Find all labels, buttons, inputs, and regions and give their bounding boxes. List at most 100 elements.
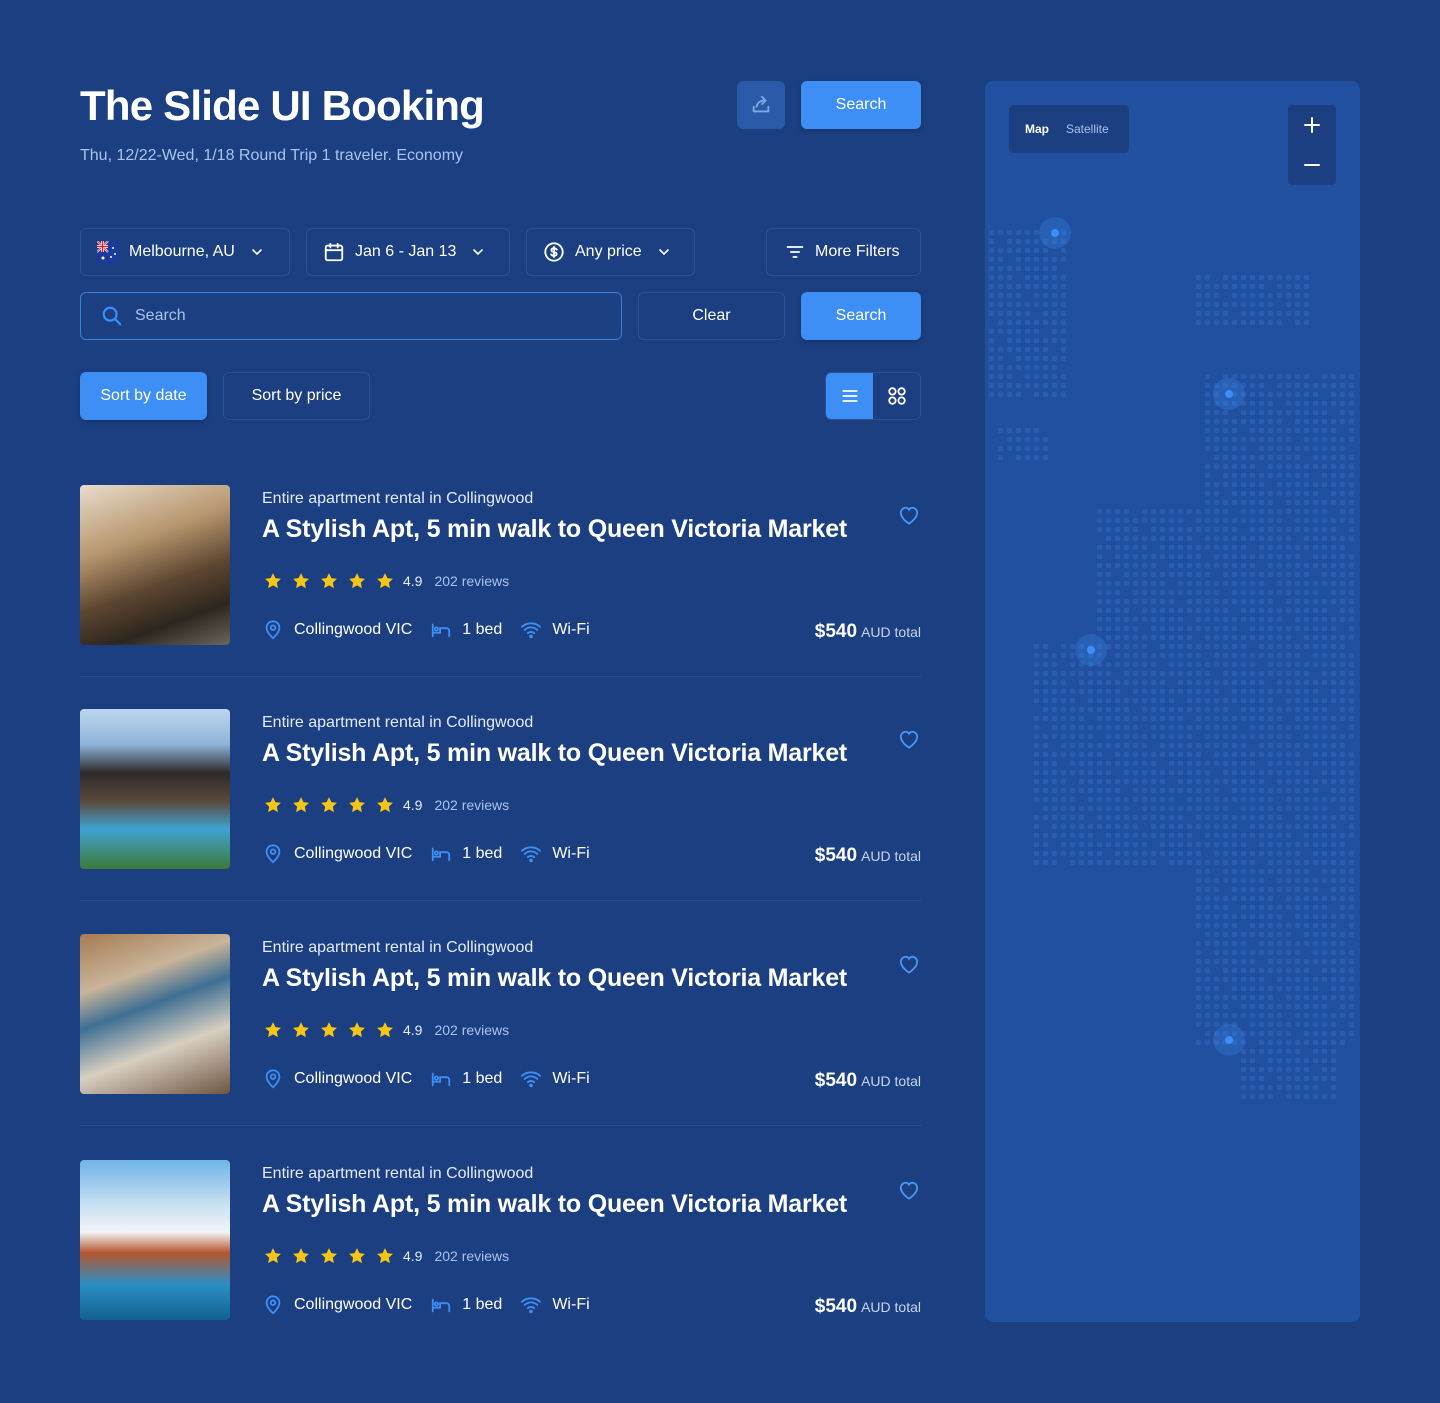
heart-icon[interactable] [898,729,920,749]
share-button[interactable] [737,81,785,129]
map-dot [1178,536,1183,541]
listing-title[interactable]: A Stylish Apt, 5 min walk to Queen Victo… [262,964,847,993]
map-dot [1187,653,1192,658]
listing-card[interactable]: Entire apartment rental in Collingwood A… [80,1160,921,1322]
search-input[interactable] [135,307,595,325]
map-dot [1178,680,1183,685]
search-field[interactable] [80,292,622,340]
map-dot [1313,842,1318,847]
list-view-button[interactable] [826,373,873,419]
map-marker[interactable] [1051,229,1059,237]
listing-photo[interactable] [80,485,230,645]
heart-icon[interactable] [898,1180,920,1200]
satellite-view-option[interactable]: Satellite [1066,122,1109,136]
map-dot [1313,716,1318,721]
map-dot [1286,293,1291,298]
map-dot [1205,680,1210,685]
review-count[interactable]: 202 reviews [434,1248,509,1264]
map-marker[interactable] [1225,390,1233,398]
map-dot [1034,347,1039,352]
map-dot [1286,644,1291,649]
sort-by-date-button[interactable]: Sort by date [80,372,207,420]
map-dot [1340,716,1345,721]
review-count[interactable]: 202 reviews [434,573,509,589]
map-dot [1196,644,1201,649]
map-dot [1133,725,1138,730]
sort-by-price-button[interactable]: Sort by price [223,372,370,420]
map-dot [1241,968,1246,973]
map-dot [1322,725,1327,730]
map-dot [1295,815,1300,820]
price-filter[interactable]: Any price [526,228,695,276]
zoom-out-button[interactable] [1288,145,1336,185]
listing-title[interactable]: A Stylish Apt, 5 min walk to Queen Victo… [262,515,847,544]
map-dot [1196,995,1201,1000]
heart-icon[interactable] [898,505,920,525]
map-dot [1133,572,1138,577]
map-dot [1205,815,1210,820]
map-dot [1304,968,1309,973]
map-dot [1295,644,1300,649]
search-button[interactable]: Search [801,292,921,340]
map-dot [1034,833,1039,838]
map-dot [1232,716,1237,721]
map-panel[interactable]: Map Satellite [985,81,1360,1322]
map-dot [1259,608,1264,613]
map-dot [1241,446,1246,451]
listing-card[interactable]: Entire apartment rental in Collingwood A… [80,934,921,1096]
map-dot [1169,734,1174,739]
map-dot [1232,842,1237,847]
map-dot [1214,995,1219,1000]
clear-button[interactable]: Clear [638,292,785,340]
map-dot [1259,806,1264,811]
map-dot [1331,635,1336,640]
location-filter[interactable]: Melbourne, AU [80,228,290,276]
listing-title[interactable]: A Stylish Apt, 5 min walk to Queen Victo… [262,1190,847,1219]
map-view-option[interactable]: Map [1025,122,1049,136]
zoom-in-button[interactable] [1288,105,1336,145]
listing-card[interactable]: Entire apartment rental in Collingwood A… [80,709,921,871]
map-dot [1061,698,1066,703]
map-dot [1079,734,1084,739]
listing-photo[interactable] [80,709,230,869]
map-dot [1151,635,1156,640]
review-count[interactable]: 202 reviews [434,1022,509,1038]
map-dot [1313,536,1318,541]
listing-photo[interactable] [80,934,230,1094]
map-dot [1277,320,1282,325]
map-dot [1223,554,1228,559]
date-filter[interactable]: Jan 6 - Jan 13 [306,228,510,276]
header-search-button[interactable]: Search [801,81,921,129]
map-dot [1187,581,1192,586]
map-dot [1061,815,1066,820]
grid-view-button[interactable] [873,373,920,419]
more-filters-button[interactable]: More Filters [766,228,921,276]
listing-photo[interactable] [80,1160,230,1320]
heart-icon[interactable] [898,954,920,974]
review-count[interactable]: 202 reviews [434,797,509,813]
map-dot [1340,572,1345,577]
map-marker[interactable] [1087,646,1095,654]
map-dot [1232,923,1237,928]
map-dot [998,284,1003,289]
map-dot [1295,887,1300,892]
map-dot [1034,293,1039,298]
map-dot [1223,1004,1228,1009]
map-dot [1313,797,1318,802]
map-dot [1016,311,1021,316]
map-dot [1259,941,1264,946]
map-dot [1052,698,1057,703]
map-dot [1322,635,1327,640]
map-marker[interactable] [1225,1036,1233,1044]
map-dot [1277,824,1282,829]
map-dot [1277,1058,1282,1063]
map-dot [1277,806,1282,811]
map-dot [1313,446,1318,451]
map-dot [1196,590,1201,595]
map-dot [1331,563,1336,568]
listing-title[interactable]: A Stylish Apt, 5 min walk to Queen Victo… [262,739,847,768]
map-dot [1196,725,1201,730]
map-dot [998,257,1003,262]
listing-card[interactable]: Entire apartment rental in Collingwood A… [80,485,921,647]
map-dot [1349,680,1354,685]
